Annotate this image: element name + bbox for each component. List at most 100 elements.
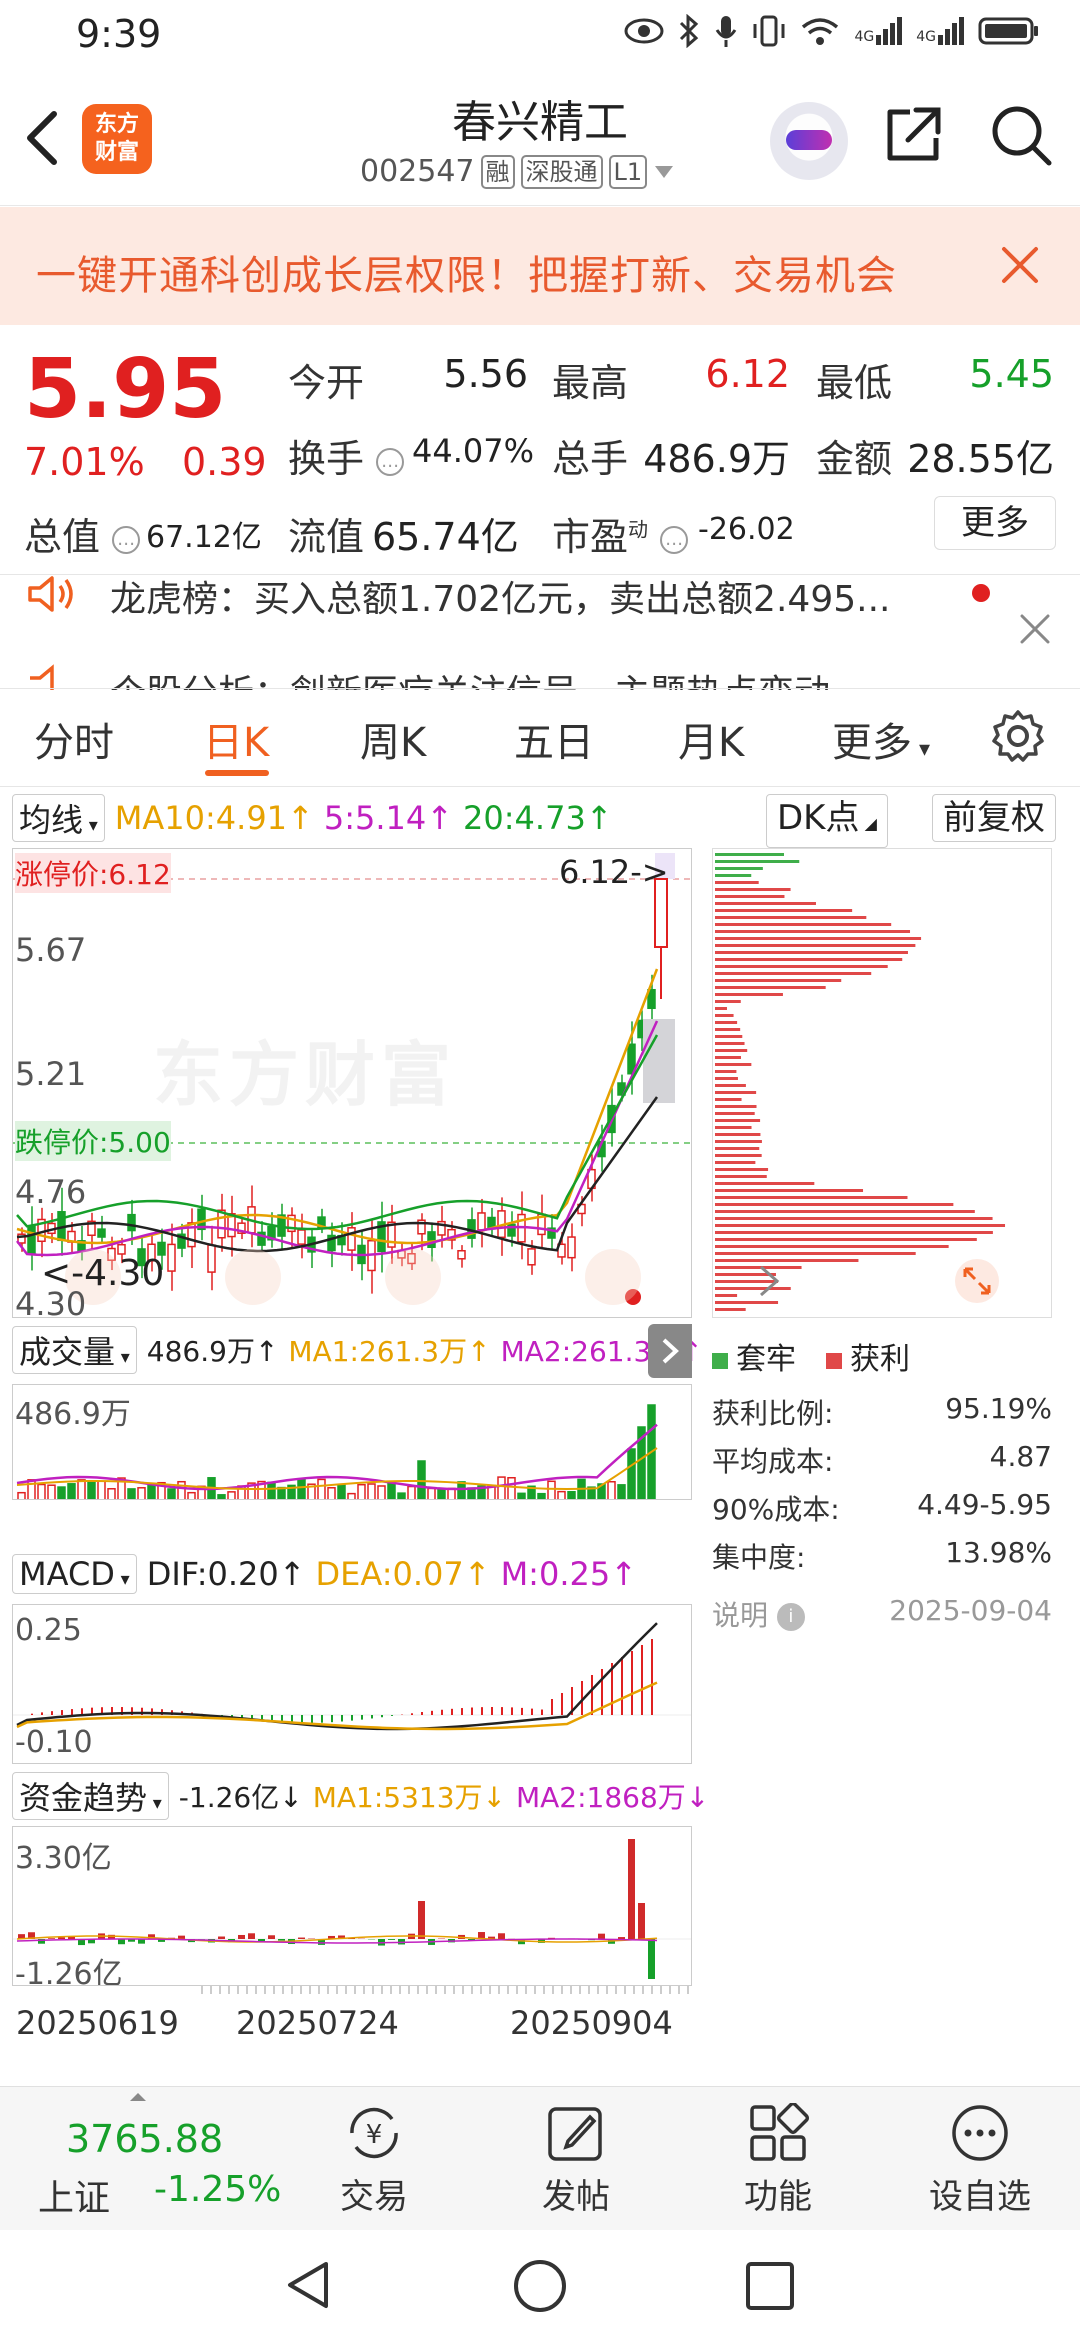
level-tag: L1 <box>608 154 648 189</box>
open-value: 5.56 <box>443 352 528 396</box>
expand-panel-button[interactable] <box>648 1324 692 1378</box>
candle-body <box>217 1209 226 1239</box>
macd-dea: DEA:0.07↑ <box>315 1555 491 1593</box>
nav-functions[interactable]: 功能 <box>718 2103 838 2218</box>
fund-bar <box>298 1937 305 1939</box>
stock-header: 东方 财富 春兴精工 002547 融 深股通 L1 <box>0 72 1080 206</box>
nav-post[interactable]: 发帖 <box>516 2103 636 2218</box>
tab-more[interactable]: 更多 ▾ <box>832 710 930 768</box>
chevron-right-icon[interactable] <box>753 1261 785 1301</box>
chip-bar <box>715 944 916 947</box>
fund-bar <box>58 1937 65 1939</box>
chip-bar <box>715 930 911 933</box>
candle-body <box>297 1229 306 1245</box>
chip-svg <box>715 853 1006 1311</box>
chip-bar <box>715 1196 908 1199</box>
promo-banner[interactable]: 一键开通科创成长层权限！把握打新、交易机会 <box>0 207 1080 325</box>
watermark: 东方财富 <box>153 1034 457 1116</box>
system-back-icon[interactable] <box>282 2258 336 2312</box>
macd-selector[interactable]: MACD ▾ <box>12 1554 137 1594</box>
adjust-button[interactable]: 前复权 <box>932 794 1056 842</box>
volume-ma-line <box>16 1447 658 1491</box>
gear-icon[interactable] <box>990 708 1046 764</box>
chip-bar <box>715 1238 977 1241</box>
volume-bar <box>107 1488 116 1499</box>
news-item[interactable]: 龙虎榜：买入总额1.702亿元，卖出总额2.495... <box>0 570 1080 626</box>
close-icon[interactable] <box>1018 612 1052 646</box>
volume-bar <box>167 1488 176 1499</box>
banner-text: 一键开通科创成长层权限！把握打新、交易机会 <box>36 253 897 299</box>
volume-selector[interactable]: 成交量 ▾ <box>12 1326 137 1374</box>
tab-five-day[interactable]: 五日 <box>514 710 594 768</box>
tab-weekly-k[interactable]: 周K <box>360 710 426 768</box>
fund-legend-row: 资金趋势 ▾ -1.26亿↓ MA1:5313万↓ MA2:1868万↓ <box>12 1772 710 1820</box>
gap-box <box>643 1019 675 1103</box>
mic-icon <box>716 16 737 47</box>
high-value: 6.12 <box>705 352 790 396</box>
stock-code-row[interactable]: 002547 融 深股通 L1 <box>360 154 675 189</box>
wifi-icon <box>802 18 839 45</box>
svg-text:¥: ¥ <box>366 2120 383 2150</box>
fund-y-top: 3.30亿 <box>15 1841 112 1876</box>
volume-bar <box>137 1487 146 1499</box>
nav-trade[interactable]: ¥ 交易 <box>314 2103 434 2218</box>
index-change: -1.25% <box>154 2169 282 2210</box>
app-logo[interactable]: 东方 财富 <box>82 104 152 174</box>
info-icon[interactable]: … <box>660 525 689 554</box>
index-ticker[interactable]: 3765.88 上证 -1.25% <box>30 2087 282 2231</box>
back-icon[interactable] <box>22 108 62 168</box>
macd-chart[interactable]: 0.25 -0.10 <box>12 1604 692 1764</box>
info-icon[interactable]: … <box>376 447 405 476</box>
info-icon[interactable]: … <box>112 525 141 554</box>
macd-svg <box>13 1622 691 1731</box>
share-icon[interactable] <box>880 102 946 168</box>
volume-bar <box>437 1488 446 1499</box>
close-icon[interactable] <box>1000 245 1040 285</box>
candle-body <box>457 1249 466 1260</box>
volume-bar <box>227 1491 236 1499</box>
system-home-icon[interactable] <box>512 2258 568 2314</box>
system-recents-icon[interactable] <box>744 2260 796 2312</box>
more-quote-button[interactable]: 更多 <box>934 496 1056 550</box>
chip-distribution[interactable] <box>712 848 1052 1318</box>
volume-bar <box>127 1488 136 1499</box>
dk-point-button[interactable]: DK点 ◢ <box>766 794 888 848</box>
low-value: 5.45 <box>969 352 1054 396</box>
info-icon[interactable]: i <box>776 1603 805 1631</box>
fund-bar <box>178 1935 185 1939</box>
volume-chart[interactable]: 486.9万 <box>12 1384 692 1500</box>
bluetooth-icon <box>680 14 699 48</box>
chip-bar <box>715 972 872 975</box>
chip-bar <box>715 937 922 940</box>
tab-monthly-k[interactable]: 月K <box>678 710 744 768</box>
tab-intraday[interactable]: 分时 <box>34 710 114 768</box>
chip-bar <box>715 1231 993 1234</box>
fund-ma2: MA2:1868万↓ <box>515 1781 710 1814</box>
margin-tag: 融 <box>480 154 515 189</box>
chip-bar <box>715 895 785 898</box>
chip-bar <box>715 1168 769 1171</box>
tab-daily-k[interactable]: 日K <box>203 710 269 768</box>
kline-chart[interactable]: 东方财富 涨停价:6.12 6.12-> 5.67 5.21 跌停价:5.00 … <box>12 848 692 1318</box>
chip-bar <box>715 1189 864 1192</box>
search-icon[interactable] <box>988 102 1054 168</box>
ma-selector[interactable]: 均线 ▾ <box>12 794 105 842</box>
fund-bar <box>388 1939 395 1940</box>
chip-bar <box>715 1056 741 1059</box>
chip-bar <box>715 1077 738 1080</box>
chip-note-row[interactable]: 说明 i 2025-09-04 <box>712 1594 1052 1634</box>
volume-bar <box>497 1476 506 1499</box>
nav-add-watchlist[interactable]: 设自选 <box>920 2103 1040 2218</box>
volume-bar <box>217 1494 226 1499</box>
fund-chart[interactable]: 3.30亿 -1.26亿 <box>12 1826 692 1986</box>
current-price: 5.95 <box>24 342 227 437</box>
chip-bar <box>715 1154 762 1157</box>
status-icons: 4G 4G <box>624 14 1040 48</box>
fund-selector[interactable]: 资金趋势 ▾ <box>12 1772 169 1820</box>
volume-bar <box>47 1484 56 1499</box>
expand-icon[interactable] <box>953 1257 1001 1305</box>
candle-body <box>477 1212 486 1231</box>
news-item-2[interactable]: 个股分析：創新医疗关注信号，主题热点变动... <box>110 664 864 690</box>
volume-bar <box>77 1479 86 1499</box>
assistant-avatar[interactable] <box>770 102 848 180</box>
